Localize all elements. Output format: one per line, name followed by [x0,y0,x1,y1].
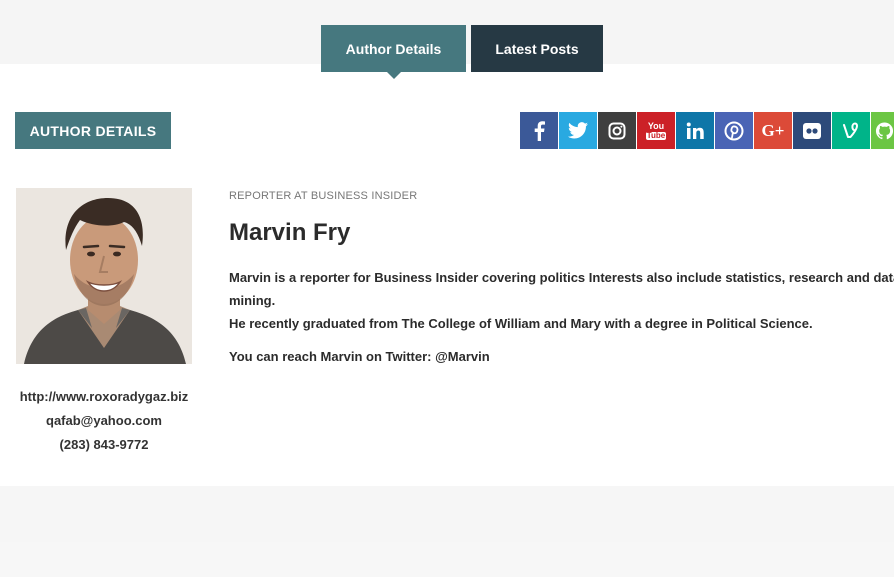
footer-band [0,486,894,542]
youtube-link[interactable]: You Tube [637,112,675,149]
vine-link[interactable] [832,112,870,149]
author-name: Marvin Fry [229,219,351,246]
bio-line-2: He recently graduated from The College o… [229,316,813,331]
linkedin-icon [686,122,704,139]
linkedin-link[interactable] [676,112,714,149]
googleplus-icon: G+ [761,120,785,140]
author-website[interactable]: http://www.roxoradygaz.biz [0,389,208,404]
facebook-icon [534,120,545,141]
youtube-you-text: You [647,120,665,131]
tab-author-details-label: Author Details [345,40,442,57]
tab-latest-posts[interactable]: Latest Posts [471,25,603,72]
instagram-link[interactable] [598,112,636,149]
author-phone: (283) 843-9772 [59,437,149,452]
flickr-icon [803,122,821,139]
author-reach: You can reach Marvin on Twitter: @Marvin [229,349,490,364]
twitter-icon [568,122,588,139]
tab-latest-posts-label: Latest Posts [495,40,579,57]
pinterest-link[interactable] [715,112,753,149]
youtube-icon: You Tube [645,120,667,140]
googleplus-link[interactable]: G+ [754,112,792,149]
author-details-button[interactable]: AUTHOR DETAILS [15,112,171,149]
author-photo [16,188,192,364]
bio-line-1-wrap: mining. [229,293,276,308]
twitter-link[interactable] [559,112,597,149]
vine-icon [843,122,858,138]
author-details-button-label: AUTHOR DETAILS [29,122,157,139]
youtube-tube-text: Tube [645,130,667,140]
author-role: REPORTER AT BUSINESS INSIDER [229,190,418,202]
flickr-link[interactable] [793,112,831,149]
author-bio: Marvin is a reporter for Business Inside… [229,266,894,335]
github-icon [875,121,894,139]
tab-author-details[interactable]: Author Details [321,25,466,79]
instagram-icon [608,122,626,139]
bio-line-1: Marvin is a reporter for Business Inside… [229,270,894,285]
facebook-link[interactable] [520,112,558,149]
github-link[interactable] [871,112,894,149]
active-tab-pointer [387,72,401,79]
pinterest-icon [724,121,744,140]
author-email[interactable]: qafab@yahoo.com [0,413,208,428]
